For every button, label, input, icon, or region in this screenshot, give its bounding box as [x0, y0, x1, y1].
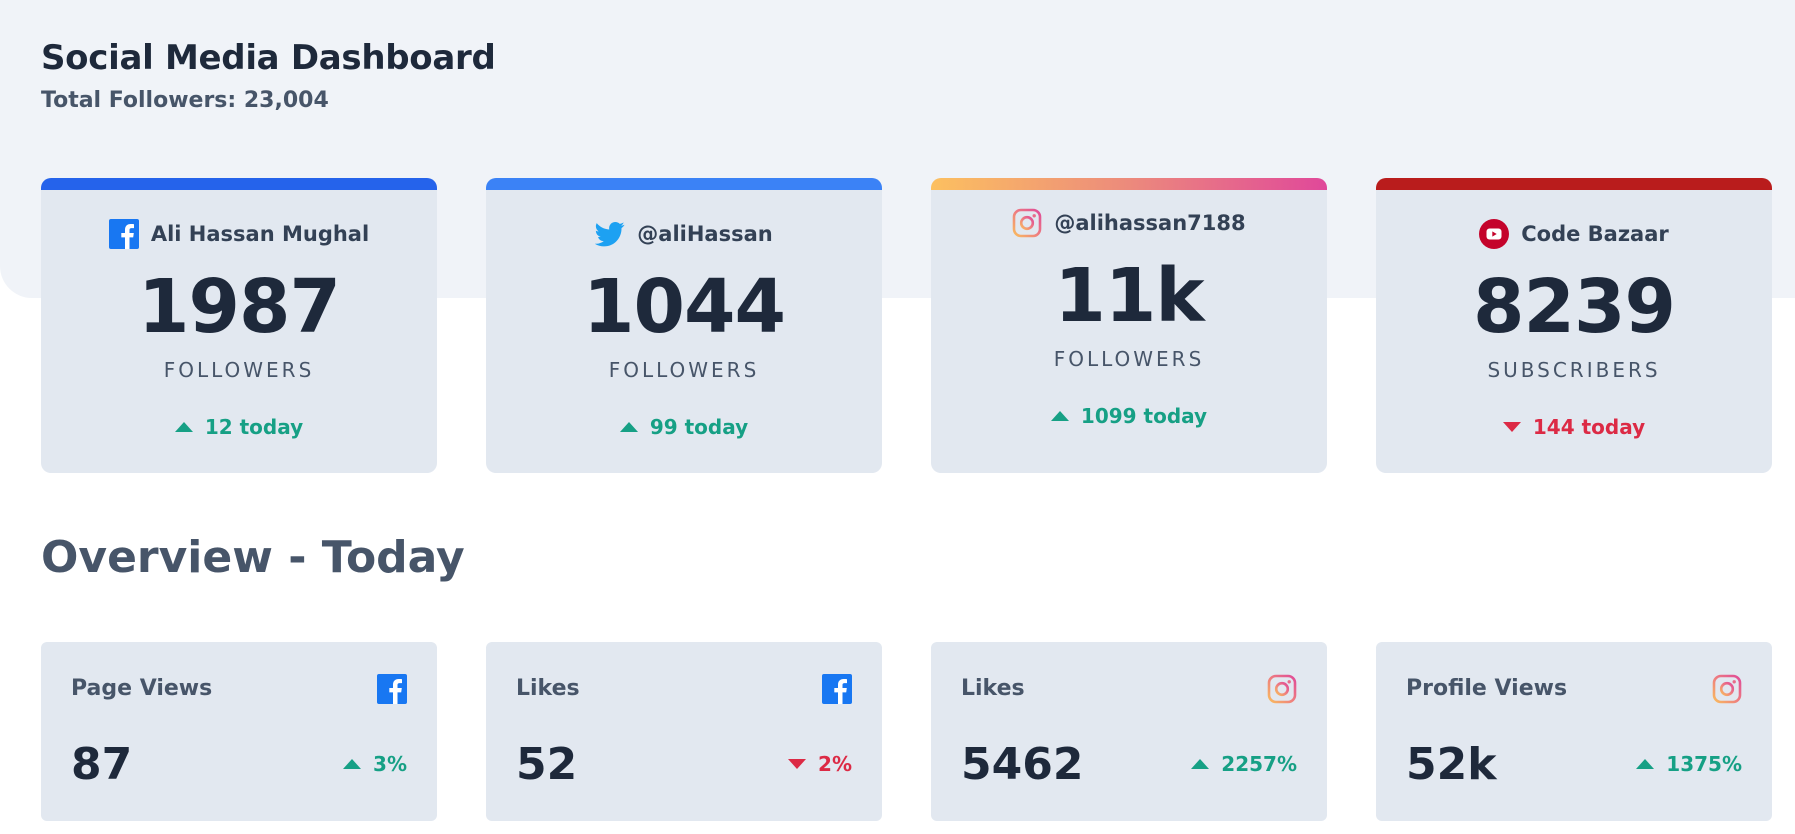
arrow-up-icon — [343, 759, 362, 769]
stat-value: 52 — [516, 739, 578, 790]
youtube-subscriber-card[interactable]: Code Bazaar 8239 SUBSCRIBERS 144 today — [1376, 178, 1772, 473]
overview-stats: Page Views 87 3% Likes 52 2% Likes 5462 … — [41, 642, 1772, 821]
stat-title: Profile Views — [1406, 676, 1568, 701]
twitter-icon — [594, 219, 625, 249]
follower-count: 11k — [1054, 253, 1204, 339]
follower-count: 1044 — [583, 264, 786, 350]
daily-change-value: 144 today — [1532, 415, 1646, 439]
stat-change: 1375% — [1636, 752, 1742, 776]
daily-change-value: 12 today — [204, 415, 304, 439]
daily-change: 12 today — [41, 415, 437, 439]
facebook-icon — [108, 219, 139, 249]
stat-card-profile-views[interactable]: Profile Views 52k 1375% — [1376, 642, 1772, 821]
overview-title: Overview - Today — [41, 532, 465, 583]
total-followers: Total Followers: 23,004 — [41, 88, 329, 113]
subscriber-count: 8239 — [1473, 264, 1676, 350]
arrow-up-icon — [1636, 759, 1655, 769]
daily-change: 99 today — [486, 415, 882, 439]
account-handle: @alihassan7188 — [1054, 211, 1246, 235]
arrow-up-icon — [619, 422, 638, 432]
follower-label: FOLLOWERS — [608, 358, 760, 382]
stat-card-page-views[interactable]: Page Views 87 3% — [41, 642, 437, 821]
stat-title: Page Views — [71, 676, 213, 701]
stat-title: Likes — [961, 676, 1025, 701]
card-header: Code Bazaar — [1376, 219, 1772, 249]
arrow-down-icon — [1502, 422, 1521, 432]
stat-change-value: 1375% — [1666, 752, 1742, 776]
daily-change: 1099 today — [931, 404, 1327, 428]
arrow-up-icon — [174, 422, 193, 432]
facebook-follower-card[interactable]: Ali Hassan Mughal 1987 FOLLOWERS 12 toda… — [41, 178, 437, 473]
arrow-up-icon — [1191, 759, 1210, 769]
stat-value: 52k — [1406, 739, 1497, 790]
daily-change-value: 1099 today — [1080, 404, 1208, 428]
card-header: Ali Hassan Mughal — [41, 219, 437, 249]
card-header: @aliHassan — [486, 219, 882, 249]
follower-label: FOLLOWERS — [1053, 347, 1205, 371]
account-handle: @aliHassan — [637, 222, 773, 246]
page-header: Social Media Dashboard Total Followers: … — [41, 38, 496, 113]
instagram-icon — [1712, 674, 1742, 704]
subscriber-label: SUBSCRIBERS — [1487, 358, 1661, 382]
stat-change-value: 2257% — [1221, 752, 1297, 776]
stat-change: 2257% — [1191, 752, 1297, 776]
stat-change: 2% — [788, 752, 852, 776]
stat-change-value: 3% — [373, 752, 407, 776]
card-header: @alihassan7188 — [931, 208, 1327, 238]
follower-count: 1987 — [138, 264, 341, 350]
stat-change-value: 2% — [818, 752, 852, 776]
arrow-up-icon — [1050, 411, 1069, 421]
facebook-icon — [377, 674, 407, 704]
twitter-card-accent — [486, 178, 882, 190]
instagram-icon — [1012, 208, 1042, 238]
facebook-card-accent — [41, 178, 437, 190]
stat-change: 3% — [343, 752, 407, 776]
account-handle: Ali Hassan Mughal — [150, 222, 370, 246]
arrow-down-icon — [788, 759, 807, 769]
follower-label: FOLLOWERS — [163, 358, 315, 382]
stat-title: Likes — [516, 676, 580, 701]
stat-card-instagram-likes[interactable]: Likes 5462 2257% — [931, 642, 1327, 821]
twitter-follower-card[interactable]: @aliHassan 1044 FOLLOWERS 99 today — [486, 178, 882, 473]
account-handle: Code Bazaar — [1521, 222, 1669, 246]
youtube-icon — [1479, 219, 1510, 249]
daily-change-value: 99 today — [649, 415, 749, 439]
daily-change: 144 today — [1376, 415, 1772, 439]
page-title: Social Media Dashboard — [41, 38, 496, 78]
facebook-icon — [822, 674, 852, 704]
instagram-follower-card[interactable]: @alihassan7188 11k FOLLOWERS 1099 today — [931, 178, 1327, 473]
stat-value: 5462 — [961, 739, 1084, 790]
instagram-icon — [1267, 674, 1297, 704]
stat-card-facebook-likes[interactable]: Likes 52 2% — [486, 642, 882, 821]
instagram-card-accent — [931, 178, 1327, 190]
follower-cards: Ali Hassan Mughal 1987 FOLLOWERS 12 toda… — [41, 178, 1772, 473]
youtube-card-accent — [1376, 178, 1772, 190]
stat-value: 87 — [71, 739, 133, 790]
